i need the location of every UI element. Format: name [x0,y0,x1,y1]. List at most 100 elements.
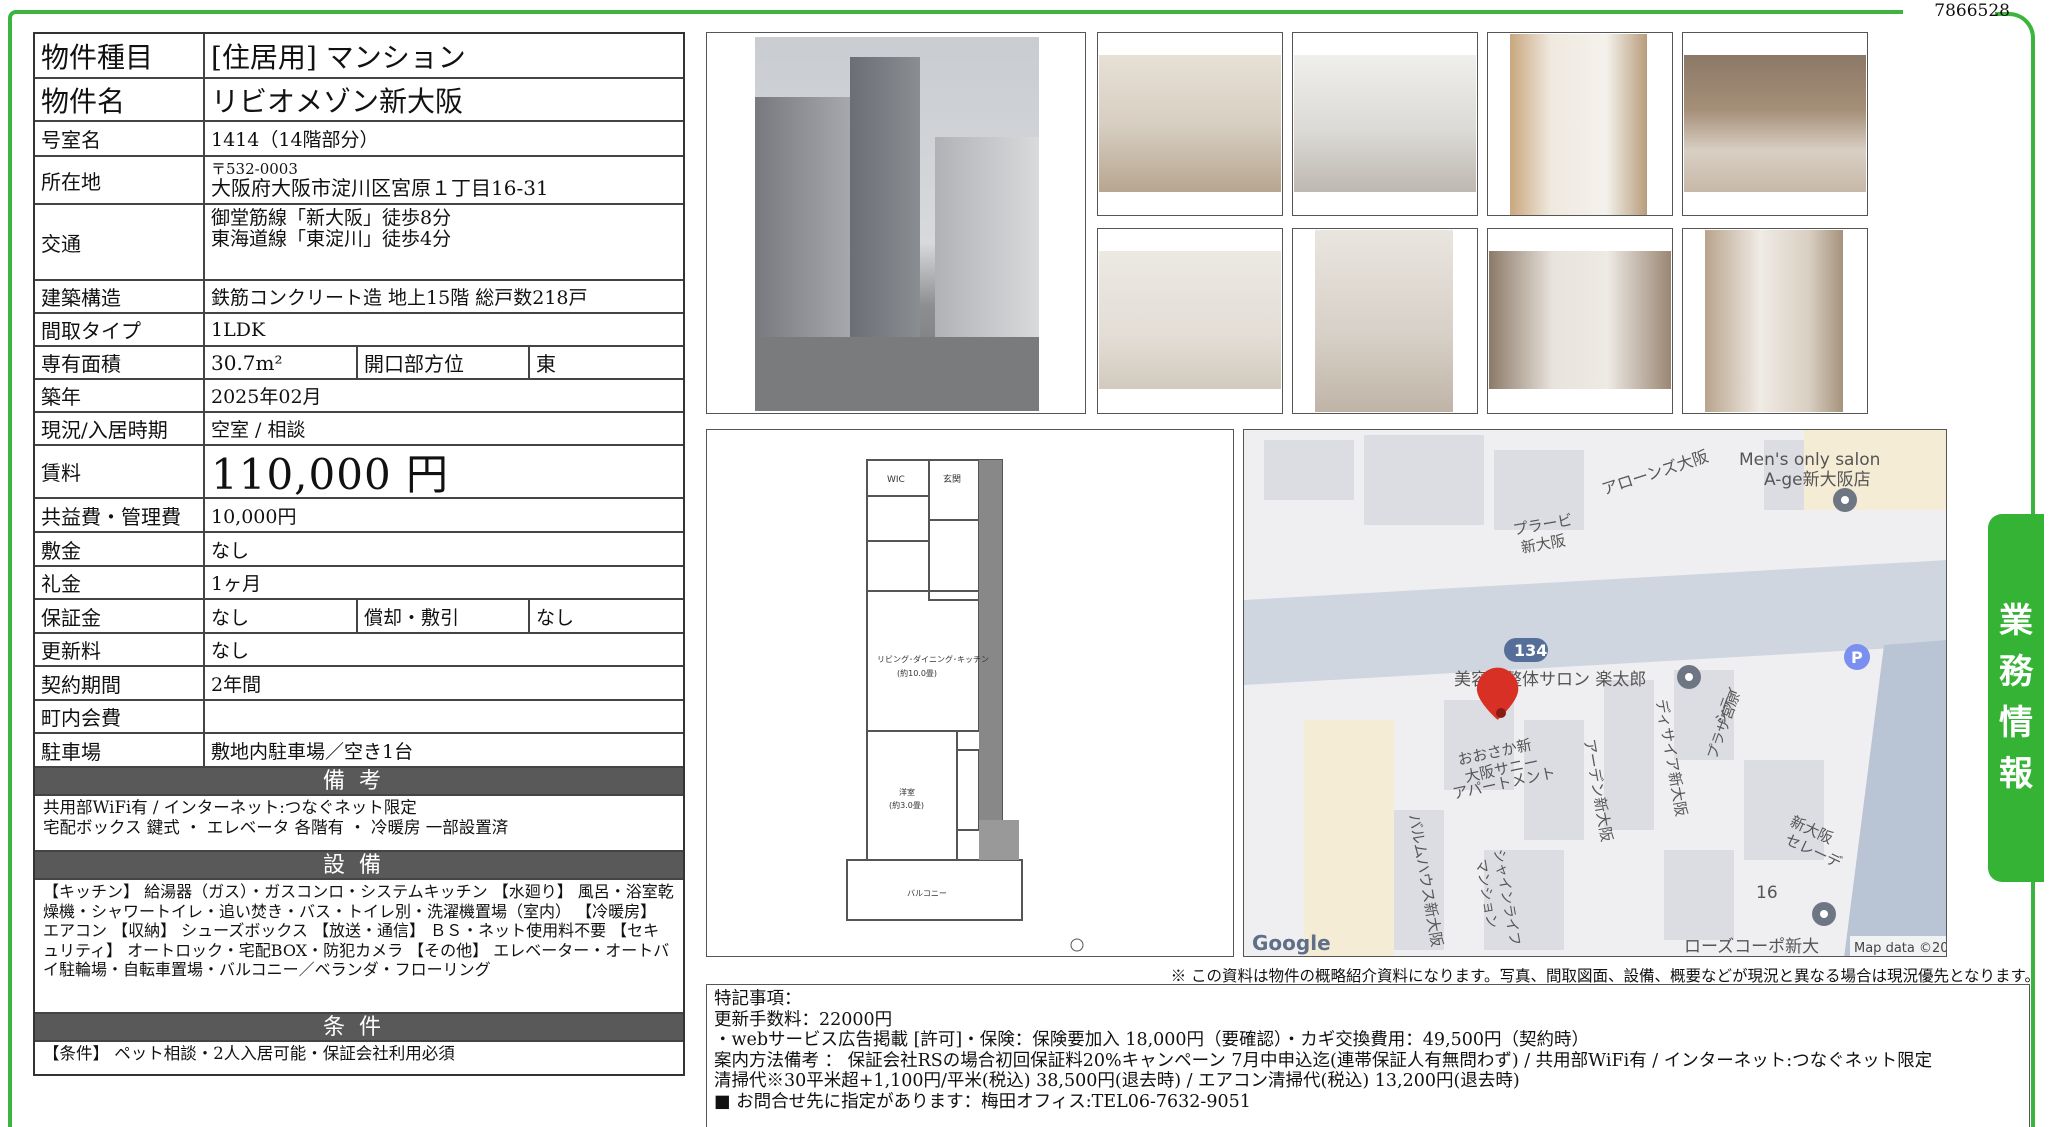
label-area: 専有面積 [35,347,205,378]
label-direction: 開口部方位 [358,347,530,378]
address-text: 大阪府大阪市淀川区宮原１丁目16-31 [211,176,549,200]
row-built: 築年 2025年02月 [35,380,683,413]
remarks-text: 共用部WiFi有 / インターネット:つなぐネット限定 宅配ボックス 鍵式 ・ … [35,796,683,852]
label-layout: 間取タイプ [35,314,205,345]
label-rent: 賃料 [35,446,205,497]
value-type: [住居用] マンション [211,40,466,74]
notes-line5: 清掃代※30平米超+1,100円/平米(税込) 38,500円(退去時) / エ… [714,1071,1520,1091]
google-logo: Google [1252,931,1331,955]
notes-line4: 案内方法備考 ： 保証会社RSの場合初回保証料20%キャンペーン 7月中申込迄(… [714,1050,1933,1071]
interior-photo-8[interactable] [1682,228,1868,414]
interior-photo-3[interactable] [1487,32,1673,216]
label-room: 号室名 [35,122,205,155]
conditions-heading: 条件 [35,1014,683,1042]
property-id: 7866528 [1934,1,2010,21]
value-renewal: なし [211,640,250,662]
label-guarantee: 保証金 [35,600,205,632]
value-amort: なし [536,606,575,629]
notes-line3: ・webサービス広告掲載 [許可]・保険：保険要加入 18,000円（要確認）・… [714,1030,1590,1050]
map-label-salon2: A-ge新大阪店 [1764,470,1871,490]
row-structure: 建築構造 鉄筋コンクリート造 地上15階 総戸数218戸 [35,281,683,314]
frame-top [8,10,1903,18]
value-name: リビオメゾン新大阪 [211,84,464,118]
label-structure: 建築構造 [35,281,205,312]
fp-entrance-label: 玄関 [943,473,961,485]
map-label-16: 16 [1756,883,1778,903]
label-access: 交通 [35,205,205,279]
row-address: 所在地 〒532-0003 大阪府大阪市淀川区宮原１丁目16-31 [35,157,683,205]
equipment-text: 【キッチン】 給湯器（ガス）・ガスコンロ・システムキッチン 【水廻り】 風呂・浴… [35,880,683,1014]
interior-photo-2[interactable] [1292,32,1478,216]
side-tab-char: 情 [1999,703,2033,743]
interior-photo-6[interactable] [1292,228,1478,414]
side-tab-char: 業 [1999,601,2033,641]
label-assoc: 町内会費 [35,701,205,732]
value-keymoney: 1ヶ月 [211,573,262,595]
value-built: 2025年02月 [211,386,322,408]
parking-icon: P [1844,644,1870,670]
floorplan-drawing: WIC 玄関 リビング･ダイニング･キッチン (約10.0畳) 洋室 (約3.0… [846,459,1084,952]
value-room: 1414（14階部分） [211,129,379,151]
remarks-line2: 宅配ボックス 鍵式 ・ エレベータ 各階有 ・ 冷暖房 一部設置済 [43,818,509,837]
frame-left [8,18,12,1127]
value-guarantee: なし [205,600,358,632]
value-direction: 東 [536,352,556,376]
fp-wic-label: WIC [887,475,905,485]
value-structure: 鉄筋コンクリート造 地上15階 総戸数218戸 [211,287,588,309]
value-layout: 1LDK [211,318,266,341]
row-parking: 駐車場 敷地内駐車場／空き1台 [35,734,683,768]
row-access: 交通 御堂筋線「新大阪」徒歩8分 東海道線「東淀川」徒歩4分 [35,205,683,281]
remarks-heading: 備考 [35,768,683,796]
label-contract: 契約期間 [35,667,205,699]
row-assoc: 町内会費 [35,701,683,734]
conditions-text: 【条件】 ペット相談・2人入居可能・保証会社利用必須 [43,1044,455,1063]
floorplan[interactable]: WIC 玄関 リビング･ダイニング･キッチン (約10.0畳) 洋室 (約3.0… [706,429,1234,957]
notes-line2: 更新手数料：22000円 [714,1009,893,1030]
value-parking: 敷地内駐車場／空き1台 [211,740,414,763]
label-address: 所在地 [35,157,205,203]
map-road-number: 134 [1514,641,1547,660]
value-fee: 10,000円 [211,505,297,528]
map-label-salon: Men's only salon [1739,450,1880,470]
remarks-line1: 共用部WiFi有 / インターネット:つなぐネット限定 [43,798,417,817]
value-address: 〒532-0003 大阪府大阪市淀川区宮原１丁目16-31 [205,157,683,203]
row-guarantee: 保証金 なし 償却・敷引 なし [35,600,683,634]
row-layout: 間取タイプ 1LDK [35,314,683,347]
fp-ldk-size: (約10.0畳) [897,668,937,678]
map-parking-label: P [1851,648,1863,667]
label-type: 物件種目 [35,34,205,77]
value-assoc [205,701,683,732]
side-tab-char: 報 [1999,754,2033,794]
label-status: 現況/入居時期 [35,413,205,444]
special-notes: 特記事項： 更新手数料：22000円 ・webサービス広告掲載 [許可]・保険：… [706,984,2030,1127]
label-built: 築年 [35,380,205,411]
map-attribution: Map data ©2024 [1854,941,1947,956]
disclaimer: ※ この資料は物件の概略紹介資料になります。写真、間取図面、設備、概要などが現況… [1170,967,2040,985]
notes-line1: 特記事項： [714,989,802,1009]
access-line2: 東海道線「東淀川」徒歩4分 [211,228,452,250]
exterior-photo[interactable] [706,32,1086,414]
fp-bedroom-label: 洋室 [899,787,915,797]
label-deposit: 敷金 [35,533,205,565]
label-renewal: 更新料 [35,634,205,665]
value-deposit: なし [211,539,250,562]
map-drawing: 134 Men's only salon A-ge新大阪店 アローンズ大阪 プラ… [1244,430,1947,956]
row-contract: 契約期間 2年間 [35,667,683,701]
row-room: 号室名 1414（14階部分） [35,122,683,157]
exterior-image [755,37,1039,411]
value-status: 空室 / 相談 [211,419,306,441]
interior-photo-4[interactable] [1682,32,1868,216]
row-renewal: 更新料 なし [35,634,683,667]
label-parking: 駐車場 [35,734,205,766]
value-contract: 2年間 [211,673,262,696]
label-fee: 共益費・管理費 [35,499,205,531]
interior-photo-7[interactable] [1487,228,1673,414]
value-rent: 110,000 円 [211,450,450,499]
business-info-tab[interactable]: 業 務 情 報 [1988,514,2044,882]
interior-photo-1[interactable] [1097,32,1283,216]
address-zip: 〒532-0003 [211,160,298,178]
location-map[interactable]: 134 Men's only salon A-ge新大阪店 アローンズ大阪 プラ… [1243,429,1947,957]
row-fee: 共益費・管理費 10,000円 [35,499,683,533]
interior-photo-5[interactable] [1097,228,1283,414]
notes-line6: ■ お問合せ先に指定があります：梅田オフィス:TEL06-7632-9051 [714,1091,1251,1112]
